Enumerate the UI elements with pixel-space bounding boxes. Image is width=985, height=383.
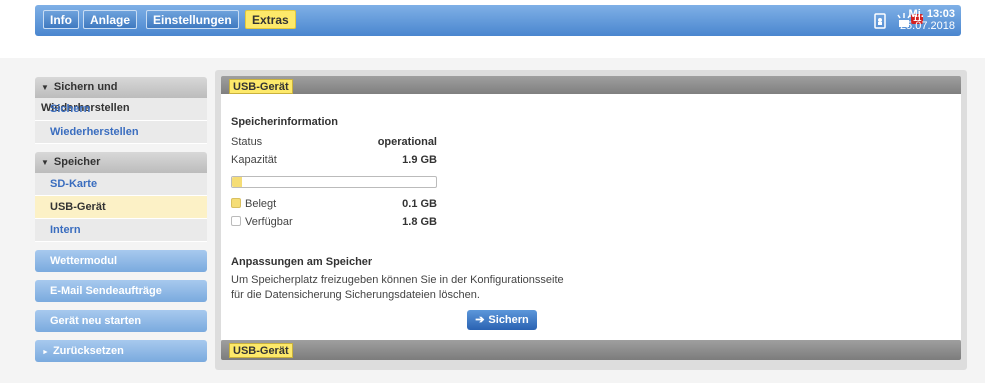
sidebar: ▼Sichern und Wiederherstellen Sichern Wi… bbox=[35, 77, 207, 362]
lock-phone-icon[interactable] bbox=[871, 12, 889, 30]
used-value: 0.1 GB bbox=[402, 198, 437, 210]
triangle-right-icon: ► bbox=[42, 349, 49, 356]
sidebar-button-reset[interactable]: ► Zurücksetzen bbox=[35, 340, 207, 362]
sidebar-button-email[interactable]: E-Mail Sendeaufträge bbox=[35, 280, 207, 302]
tab-anlage[interactable]: Anlage bbox=[83, 10, 138, 29]
storage-usage-fill bbox=[232, 177, 243, 187]
save-button-label: Sichern bbox=[488, 314, 529, 326]
triangle-down-icon: ▼ bbox=[41, 83, 49, 92]
clock: Mi. 13:03 25.07.2018 bbox=[900, 8, 955, 32]
sidebar-group-backup[interactable]: ▼Sichern und Wiederherstellen bbox=[35, 77, 207, 114]
sidebar-group-speicher[interactable]: ▼ Speicher bbox=[35, 152, 207, 173]
sidebar-button-restart[interactable]: Gerät neu starten bbox=[35, 310, 207, 332]
storage-usage-bar bbox=[231, 176, 437, 188]
free-swatch-icon bbox=[231, 216, 241, 226]
free-label: Verfügbar bbox=[245, 216, 293, 228]
sidebar-button-wettermodul[interactable]: Wettermodul bbox=[35, 250, 207, 272]
sidebar-item-intern[interactable]: Intern bbox=[35, 219, 207, 242]
adjust-text-line1: Um Speicherplatz freizugeben können Sie … bbox=[231, 274, 564, 286]
free-value: 1.8 GB bbox=[402, 216, 437, 228]
adjust-text-line2: für die Datensicherung Sicherungsdateien… bbox=[231, 289, 480, 301]
sidebar-item-usb-geraet[interactable]: USB-Gerät bbox=[35, 196, 207, 219]
used-swatch-icon bbox=[231, 198, 241, 208]
adjust-heading: Anpassungen am Speicher bbox=[231, 256, 373, 268]
content-header: USB-Gerät bbox=[221, 76, 961, 96]
capacity-value: 1.9 GB bbox=[402, 154, 437, 166]
backup-arrow-icon: ➔ bbox=[475, 314, 485, 326]
tab-einstellungen[interactable]: Einstellungen bbox=[146, 10, 239, 29]
save-button[interactable]: ➔ Sichern bbox=[467, 310, 537, 330]
content-footer-tab-usb[interactable]: USB-Gerät bbox=[229, 343, 293, 358]
top-nav-bar: Info Anlage Einstellungen Extras 11 Mi. … bbox=[35, 5, 961, 36]
content-tab-usb[interactable]: USB-Gerät bbox=[229, 79, 293, 94]
clock-time: Mi. 13:03 bbox=[908, 8, 955, 20]
sidebar-button-label: Zurücksetzen bbox=[52, 345, 124, 357]
sidebar-item-wiederherstellen[interactable]: Wiederherstellen bbox=[35, 121, 207, 144]
storage-heading: Speicherinformation bbox=[231, 116, 338, 128]
clock-date: 25.07.2018 bbox=[899, 20, 955, 32]
sidebar-item-sd-karte[interactable]: SD-Karte bbox=[35, 173, 207, 196]
sidebar-group-label: Speicher bbox=[53, 156, 101, 168]
status-label: Status bbox=[231, 136, 263, 148]
tab-extras[interactable]: Extras bbox=[245, 10, 296, 29]
content-footer: USB-Gerät bbox=[221, 340, 961, 360]
capacity-label: Kapazität bbox=[231, 154, 277, 166]
content-body: Speicherinformation Status operational K… bbox=[221, 94, 961, 340]
used-label: Belegt bbox=[245, 198, 277, 210]
triangle-down-icon: ▼ bbox=[41, 158, 49, 167]
content-panel: USB-Gerät Speicherinformation Status ope… bbox=[215, 70, 967, 370]
tab-info[interactable]: Info bbox=[43, 10, 79, 29]
status-value: operational bbox=[377, 136, 437, 148]
